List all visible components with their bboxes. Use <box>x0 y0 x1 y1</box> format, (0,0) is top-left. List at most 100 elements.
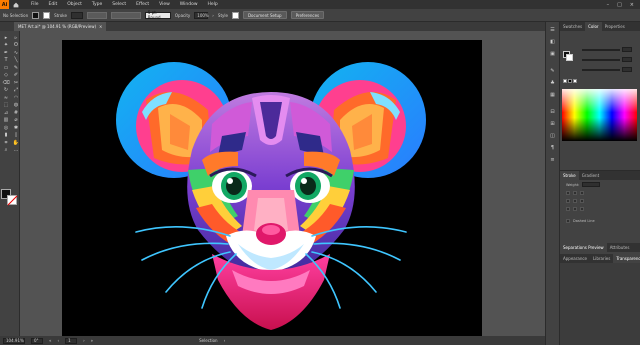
white-swatch[interactable] <box>573 79 577 83</box>
scale-tool-icon[interactable]: ⤢ <box>12 88 20 94</box>
menu-file[interactable]: File <box>26 2 44 7</box>
prev-artboard-icon[interactable]: ‹ <box>57 338 59 343</box>
tab-properties[interactable]: Properties <box>602 22 628 31</box>
stroke-style-dropdown[interactable]: 5 pt. Round <box>144 10 171 20</box>
artboard[interactable] <box>62 40 482 337</box>
menu-view[interactable]: View <box>154 2 175 7</box>
zoom-tool-icon[interactable]: ⌕ <box>2 148 10 154</box>
menu-window[interactable]: Window <box>175 2 203 7</box>
none-swatch[interactable] <box>563 79 567 83</box>
eraser-tool-icon[interactable]: ⌫ <box>2 80 10 86</box>
stroke-color-icon[interactable] <box>7 195 17 205</box>
menu-object[interactable]: Object <box>62 2 87 7</box>
tab-gradient[interactable]: Gradient <box>579 171 602 180</box>
tab-stroke[interactable]: Stroke <box>560 171 579 180</box>
symbol-sprayer-tool-icon[interactable]: ✱ <box>12 125 20 131</box>
type-panel-icon[interactable]: ¶ <box>546 143 559 152</box>
menu-help[interactable]: Help <box>203 2 223 7</box>
perspective-grid-tool-icon[interactable]: ⊿ <box>2 110 10 116</box>
dashed-line-checkbox[interactable] <box>566 219 570 223</box>
chevron-right-icon[interactable]: › <box>224 338 226 343</box>
round-join-icon[interactable] <box>573 199 577 203</box>
close-tab-icon[interactable]: × <box>99 24 102 29</box>
tab-separations-preview[interactable]: Separations Preview <box>560 243 607 252</box>
stroke-weight-dropdown[interactable] <box>70 11 83 19</box>
brush-dropdown[interactable] <box>110 11 141 19</box>
document-tab[interactable]: MET Art.ai* @ 104.91 % (RGB/Preview) × <box>14 22 107 31</box>
round-cap-icon[interactable] <box>573 191 577 195</box>
free-transform-tool-icon[interactable]: ⬚ <box>2 103 10 109</box>
menu-select[interactable]: Select <box>107 2 131 7</box>
fill-stroke-widget[interactable] <box>1 189 17 205</box>
black-swatch[interactable] <box>568 79 572 83</box>
stroke-label[interactable]: Stroke <box>54 13 67 18</box>
close-icon[interactable]: × <box>630 2 634 8</box>
blue-slider[interactable] <box>582 67 634 72</box>
pencil-tool-icon[interactable]: ✐ <box>12 73 20 79</box>
artboard-tool-icon[interactable]: ▯ <box>12 133 20 139</box>
mesh-tool-icon[interactable]: # <box>12 110 20 116</box>
bevel-join-icon[interactable] <box>580 199 584 203</box>
line-tool-icon[interactable]: ╲ <box>12 58 20 64</box>
curvature-tool-icon[interactable]: ∿ <box>12 50 20 56</box>
last-artboard-icon[interactable]: » <box>91 338 93 343</box>
rectangle-tool-icon[interactable]: ▭ <box>2 65 10 71</box>
style-swatch[interactable] <box>231 11 239 19</box>
paintbrush-tool-icon[interactable]: ✎ <box>12 65 20 71</box>
shape-builder-tool-icon[interactable]: ◍ <box>12 103 20 109</box>
width-tool-icon[interactable]: ≈ <box>2 95 10 101</box>
align-inside-icon[interactable] <box>573 207 577 211</box>
selection-tool-icon[interactable]: ▸ <box>2 35 10 41</box>
fill-swatch[interactable] <box>32 11 40 19</box>
properties-icon[interactable]: ☰ <box>546 25 559 34</box>
tab-transparency[interactable]: Transparency <box>613 254 640 263</box>
libraries-icon[interactable]: ▣ <box>546 49 559 58</box>
tab-swatches[interactable]: Swatches <box>560 22 585 31</box>
rotate-tool-icon[interactable]: ↻ <box>2 88 10 94</box>
tab-appearance[interactable]: Appearance <box>560 254 590 263</box>
zoom-dropdown[interactable]: 104.91% <box>3 337 25 344</box>
stroke-weight-input[interactable] <box>582 182 601 187</box>
butt-cap-icon[interactable] <box>566 191 570 195</box>
next-artboard-icon[interactable]: › <box>83 338 85 343</box>
artboard-number-input[interactable]: 1 <box>65 337 78 344</box>
variable-width-dropdown[interactable] <box>86 11 107 19</box>
lasso-tool-icon[interactable]: ʘ <box>12 43 20 49</box>
pathfinder-icon[interactable]: ◫ <box>546 131 559 140</box>
color-spectrum[interactable] <box>562 89 637 141</box>
menu-effect[interactable]: Effect <box>131 2 154 7</box>
minimize-icon[interactable]: – <box>607 2 610 8</box>
transform-icon[interactable]: ⊞ <box>546 119 559 128</box>
document-setup-button[interactable]: Document Setup <box>242 11 287 19</box>
red-slider[interactable] <box>582 47 634 52</box>
brushes-icon[interactable]: ✎ <box>546 66 559 75</box>
align-center-icon[interactable] <box>566 207 570 211</box>
graphic-styles-icon[interactable]: ▦ <box>546 90 559 99</box>
column-graph-tool-icon[interactable]: ▮ <box>2 133 10 139</box>
scissors-tool-icon[interactable]: ✂ <box>12 80 20 86</box>
gradient-tool-icon[interactable]: ▥ <box>2 118 10 124</box>
tab-libraries[interactable]: Libraries <box>590 254 613 263</box>
green-slider[interactable] <box>582 57 634 62</box>
edit-toolbar-icon[interactable]: … <box>12 148 20 154</box>
warp-tool-icon[interactable]: ◠ <box>12 95 20 101</box>
rat-illustration[interactable] <box>62 40 482 337</box>
hand-tool-icon[interactable]: ✋ <box>12 140 20 146</box>
projecting-cap-icon[interactable] <box>580 191 584 195</box>
first-artboard-icon[interactable]: « <box>49 338 51 343</box>
shaper-tool-icon[interactable]: ◇ <box>2 73 10 79</box>
layers-icon[interactable]: ◧ <box>546 37 559 46</box>
slice-tool-icon[interactable]: ⌗ <box>2 140 10 146</box>
maximize-icon[interactable]: □ <box>617 2 622 8</box>
magic-wand-tool-icon[interactable]: ✦ <box>2 43 10 49</box>
miter-join-icon[interactable] <box>566 199 570 203</box>
chevron-right-icon[interactable]: › <box>212 13 214 18</box>
menu-edit[interactable]: Edit <box>44 2 63 7</box>
align-icon[interactable]: ⊟ <box>546 107 559 116</box>
blend-tool-icon[interactable]: ◎ <box>2 125 10 131</box>
home-icon[interactable] <box>11 0 20 9</box>
eyedropper-tool-icon[interactable]: ⌀ <box>12 118 20 124</box>
align-outside-icon[interactable] <box>580 207 584 211</box>
glyphs-icon[interactable]: ≡ <box>546 155 559 164</box>
symbols-icon[interactable]: ♣ <box>546 78 559 87</box>
